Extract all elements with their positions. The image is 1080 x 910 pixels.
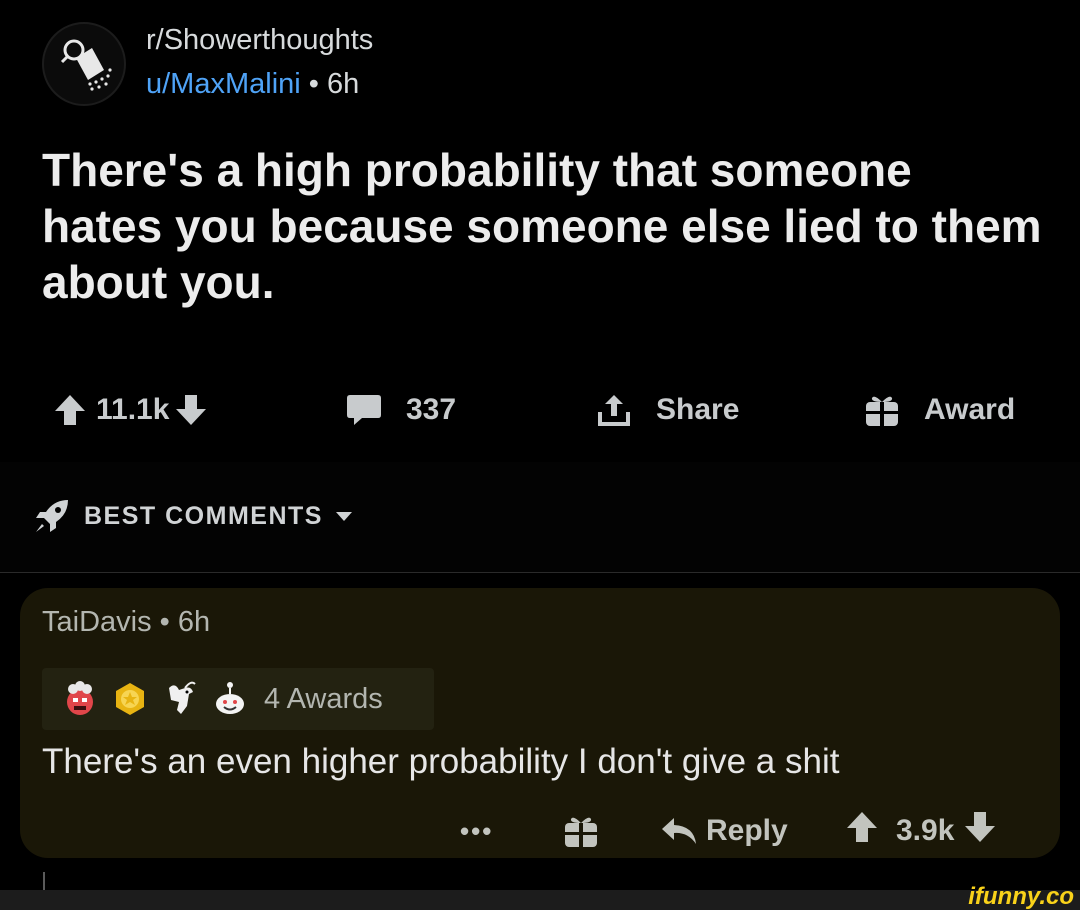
snoo-wholesome-award-icon	[210, 679, 250, 719]
award-button[interactable]: Award	[864, 380, 1015, 440]
upvote-button[interactable]	[54, 393, 86, 427]
comment-upvote-button[interactable]	[846, 810, 878, 852]
award-label: Award	[924, 393, 1016, 426]
comment-author[interactable]: TaiDavis	[42, 606, 152, 638]
comment-count: 337	[406, 393, 457, 426]
gift-icon	[866, 396, 898, 426]
gift-icon	[565, 817, 597, 847]
post-score: 11.1k	[96, 393, 170, 426]
comment-card[interactable]: TaiDavis • 6h 4 Awards There's an even h…	[20, 588, 1060, 858]
awards-strip[interactable]: 4 Awards	[42, 668, 434, 730]
shower-head-icon	[60, 39, 112, 91]
subreddit-name[interactable]: r/Showerthoughts	[146, 24, 373, 57]
reply-button[interactable]: Reply	[660, 806, 788, 856]
caret-down-icon	[335, 512, 352, 521]
post-header: r/Showerthoughts u/MaxMalini • 6h	[40, 20, 740, 106]
arrow-up-icon	[55, 395, 85, 425]
more-options-button[interactable]: •••	[460, 806, 493, 856]
comment-downvote-button[interactable]	[964, 810, 996, 852]
goat-award-icon	[160, 679, 200, 719]
ifunny-watermark: ifunny.co	[968, 883, 1074, 910]
speech-bubble-icon	[347, 395, 381, 425]
post-author-link[interactable]: u/MaxMalini	[146, 68, 301, 100]
comments-button[interactable]: 337	[346, 380, 456, 440]
comment-award-button[interactable]	[563, 806, 599, 856]
rocket-icon	[36, 500, 68, 532]
downvote-button[interactable]	[175, 393, 207, 427]
meta-separator: •	[308, 68, 319, 100]
comment-body: There's an even higher probability I don…	[42, 742, 840, 781]
comment-vote-group: 3.9k	[846, 806, 996, 856]
comment-age: 6h	[177, 606, 211, 638]
share-button[interactable]: Share	[596, 380, 739, 440]
arrow-down-icon	[965, 812, 996, 842]
post-age: 6h	[327, 68, 360, 100]
post-action-bar: 11.1k 337 Share Award	[0, 380, 1080, 440]
comment-meta-separator: •	[159, 606, 170, 638]
subreddit-avatar[interactable]	[42, 22, 126, 106]
arrow-down-icon	[176, 395, 207, 425]
comment-sort-bar: BEST COMMENTS	[0, 462, 1080, 573]
sort-label: BEST COMMENTS	[84, 501, 323, 530]
arrow-up-icon	[847, 812, 877, 842]
awards-count: 4 Awards	[264, 682, 383, 715]
footer-bar: ifunny.co	[0, 885, 1080, 910]
comment-action-bar: ••• Reply 3.9k	[20, 806, 1060, 856]
reply-arrow-icon	[662, 818, 696, 844]
post-vote-group: 11.1k	[54, 380, 207, 440]
mind-blown-award-icon	[60, 679, 100, 719]
post-meta: u/MaxMalini • 6h	[146, 68, 359, 101]
thread-line	[43, 872, 45, 890]
sort-dropdown[interactable]: BEST COMMENTS	[34, 498, 353, 534]
gold-award-icon	[110, 679, 150, 719]
share-upload-icon	[598, 395, 630, 426]
comment-meta: TaiDavis • 6h	[42, 606, 210, 639]
post-title[interactable]: There's a high probability that someone …	[42, 142, 1042, 310]
reply-label: Reply	[706, 814, 788, 847]
share-label: Share	[656, 393, 740, 426]
comment-score: 3.9k	[896, 814, 955, 847]
